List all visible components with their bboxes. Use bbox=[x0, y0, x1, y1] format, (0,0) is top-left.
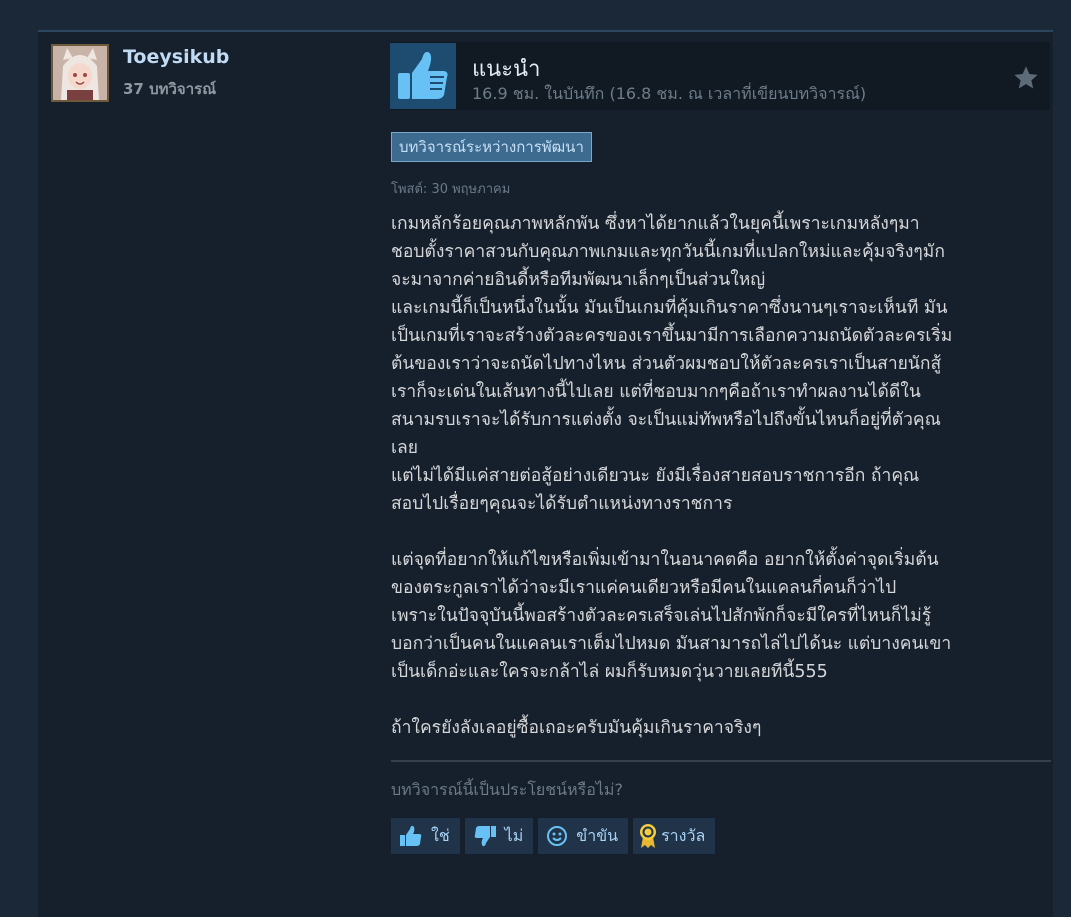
thumbs-up-icon bbox=[390, 43, 456, 109]
review-line: เราก็จะเด่นในเส้นทางนี้ไปเลย แต่ที่ชอบมา… bbox=[391, 382, 921, 402]
recommendation-header[interactable]: แนะนำ 16.9 ชม. ในบันทึก (16.8 ชม. ณ เวลา… bbox=[390, 42, 1050, 110]
review-line: เลย bbox=[391, 438, 418, 458]
playtime-hours: 16.9 ชม. ในบันทึก (16.8 ชม. ณ เวลาที่เขี… bbox=[472, 84, 867, 103]
review-line: จะมาจากค่ายอินดี้หรือทีมพัฒนาเล็กๆเป็นส่… bbox=[391, 270, 766, 290]
review-card: Toeysikub 37 บทวิจารณ์ แนะนำ 16.9 ชม. ใน… bbox=[38, 30, 1053, 917]
award-button[interactable]: รางวัล bbox=[633, 818, 716, 854]
review-line: ของตระกูลเราได้ว่าจะมีเราแค่คนเดียวหรือม… bbox=[391, 578, 897, 598]
author-block: Toeysikub 37 บทวิจารณ์ bbox=[51, 44, 381, 104]
review-line: และเกมนี้ก็เป็นหนึ่งในนั้น มันเป็นเกมที่… bbox=[391, 298, 948, 318]
review-line: เป็นเกมที่เราจะสร้างตัวละครของเราขึ้นมาม… bbox=[391, 326, 953, 346]
review-line: แต่จุดที่อยากให้แก้ไขหรือเพิ่มเข้ามาในอน… bbox=[391, 550, 939, 570]
award-icon bbox=[640, 824, 657, 848]
review-line: ชอบตั้งราคาสวนกับคุณภาพเกมและทุกวันนี้เก… bbox=[391, 242, 945, 262]
thumbs-down-icon bbox=[474, 826, 496, 847]
author-review-count[interactable]: 37 บทวิจารณ์ bbox=[123, 77, 216, 101]
smiley-icon bbox=[547, 826, 568, 846]
divider bbox=[391, 760, 1051, 762]
review-body: เกมหลักร้อยคุณภาพหลักพัน ซึ่งหาได้ยากแล้… bbox=[391, 210, 1041, 742]
avatar[interactable] bbox=[51, 44, 109, 102]
vote-funny-button[interactable]: ขำขัน bbox=[538, 818, 629, 854]
posted-date: โพสต์: 30 พฤษภาคม bbox=[391, 182, 511, 197]
thumbs-up-icon bbox=[400, 825, 422, 846]
review-line: เพราะในปัจจุบันนี้พอสร้างตัวละครเสร็จเล่… bbox=[391, 606, 932, 626]
review-line: ถ้าใครยังลังเลอยู่ซื้อเถอะครับมันคุ้มเกิ… bbox=[391, 718, 762, 738]
vote-no-button[interactable]: ไม่ bbox=[464, 818, 534, 854]
vote-no-label: ไม่ bbox=[504, 825, 524, 845]
vote-buttons: ใช่ ไม่ ขำขัน รางวัล bbox=[391, 818, 716, 854]
author-name[interactable]: Toeysikub bbox=[123, 46, 229, 68]
recommendation-title: แนะนำ bbox=[472, 57, 541, 82]
vote-yes-button[interactable]: ใช่ bbox=[391, 818, 460, 854]
review-line: ต้นของเราว่าจะถนัดไปทางไหน ส่วนตัวผมชอบใ… bbox=[391, 354, 942, 374]
star-icon[interactable] bbox=[1012, 64, 1040, 92]
early-access-badge: บทวิจารณ์ระหว่างการพัฒนา bbox=[391, 132, 592, 162]
review-line: สอบไปเรื่อยๆคุณจะได้รับตำแหน่งทางราชการ bbox=[391, 494, 733, 514]
award-label: รางวัล bbox=[661, 825, 706, 845]
vote-yes-label: ใช่ bbox=[431, 825, 450, 845]
review-line: แต่ไม่ได้มีแค่สายต่อสู้อย่างเดียวนะ ยังม… bbox=[391, 466, 920, 486]
review-line: เป็นเด็กอ่ะและใครจะกล้าไล่ ผมก็รับหมดวุ่… bbox=[391, 662, 828, 682]
review-line: สนามรบเราจะได้รับการแต่งตั้ง จะเป็นแม่ทั… bbox=[391, 410, 941, 430]
review-line: เกมหลักร้อยคุณภาพหลักพัน ซึ่งหาได้ยากแล้… bbox=[391, 214, 920, 234]
review-line: บอกว่าเป็นคนในแคลนเราเต็มไปหมด มันสามารถ… bbox=[391, 634, 952, 654]
helpful-question: บทวิจารณ์นี้เป็นประโยชน์หรือไม่? bbox=[391, 780, 623, 799]
vote-funny-label: ขำขัน bbox=[576, 825, 619, 845]
